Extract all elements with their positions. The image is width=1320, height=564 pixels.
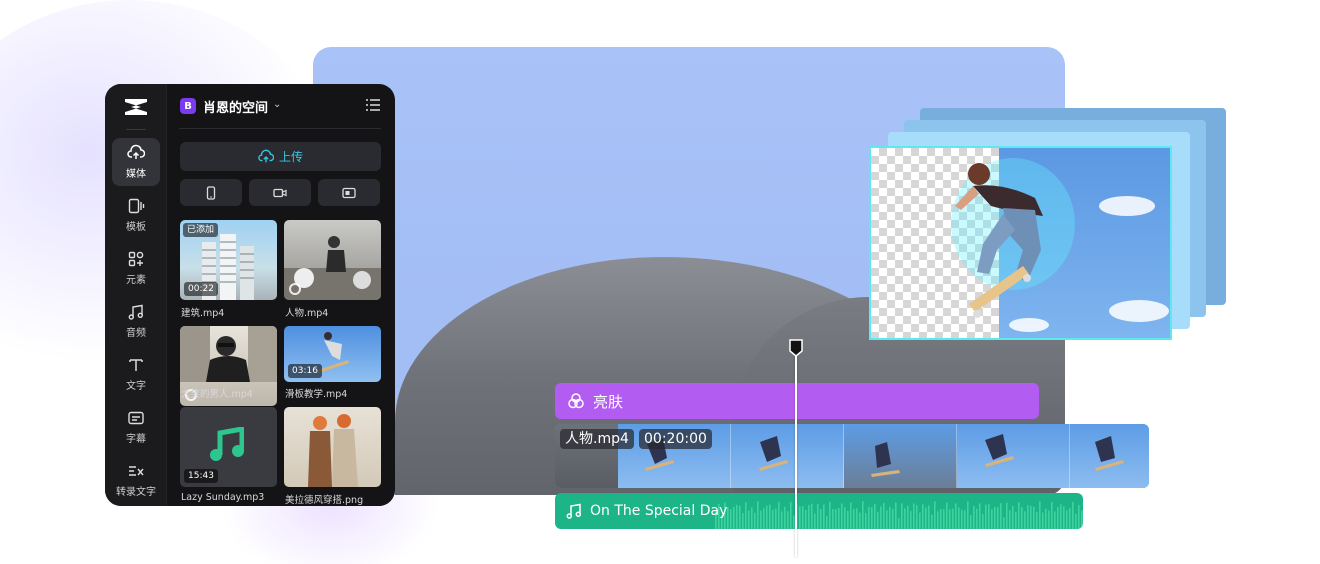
sidebar-item-transcribe[interactable]: 转录文字 xyxy=(112,456,160,504)
media-item[interactable] xyxy=(284,407,381,487)
sidebar-item-label: 转录文字 xyxy=(116,487,156,498)
music-note-icon xyxy=(210,427,244,461)
sidebar-item-label: 模板 xyxy=(126,222,146,233)
record-camera-button[interactable] xyxy=(249,179,311,206)
record-screen-button[interactable] xyxy=(318,179,380,206)
screen-record-icon xyxy=(342,187,356,198)
workspace-name[interactable]: 肖恩的空间 xyxy=(203,97,268,116)
elements-icon xyxy=(128,251,144,267)
media-item[interactable] xyxy=(284,220,381,300)
subtitle-icon xyxy=(128,411,144,425)
canvas: 媒体 模板 元素 音频 文字 字幕 转录文字 B 肖恩的空间 ⌄ 上传 已添加 … xyxy=(0,0,1320,564)
media-item[interactable]: 已添加 00:22 xyxy=(180,220,277,300)
media-item[interactable]: 15:43 xyxy=(180,407,277,487)
video-track-clip[interactable]: 人物.mp4 00:20:00 xyxy=(555,424,1149,488)
sidebar-item-label: 字幕 xyxy=(126,434,146,445)
sidebar-rail: 媒体 模板 元素 音频 文字 字幕 转录文字 xyxy=(105,84,167,506)
music-note-icon xyxy=(566,503,582,519)
fashion-couple-image xyxy=(308,414,358,487)
media-item-name: 建筑.mp4 xyxy=(181,308,225,319)
sidebar-item-label: 媒体 xyxy=(126,169,146,180)
duration-badge: 03:16 xyxy=(288,364,322,378)
upload-label: 上传 xyxy=(278,150,303,164)
sidebar-item-templates[interactable]: 模板 xyxy=(112,191,160,239)
phone-upload-button[interactable] xyxy=(180,179,242,206)
audio-track-clip[interactable]: On The Special Day xyxy=(555,493,1083,529)
sidebar-item-elements[interactable]: 元素 xyxy=(112,244,160,292)
playhead-line xyxy=(795,345,797,557)
phone-icon xyxy=(206,185,216,200)
workspace-avatar[interactable]: B xyxy=(180,98,196,114)
media-item-name: 大笑的男人.mp4 xyxy=(181,389,253,400)
transcribe-icon xyxy=(129,466,144,476)
media-item-name: Lazy Sunday.mp3 xyxy=(181,492,265,503)
rail-divider xyxy=(126,129,146,130)
text-icon xyxy=(129,359,143,371)
effect-track-clip[interactable]: 亮肤 xyxy=(555,383,1039,419)
effect-label: 亮肤 xyxy=(593,392,624,411)
live-photo-icon xyxy=(289,283,301,295)
camera-icon xyxy=(273,188,287,197)
sidebar-item-label: 文字 xyxy=(126,381,146,392)
duration-badge: 15:43 xyxy=(184,469,218,483)
laughing-man-image xyxy=(180,326,277,382)
audio-waveform xyxy=(715,501,1083,529)
sidebar-item-text[interactable]: 文字 xyxy=(112,350,160,398)
template-icon xyxy=(128,198,145,214)
sidebar-item-media[interactable]: 媒体 xyxy=(112,138,160,186)
playhead-handle[interactable] xyxy=(788,338,804,358)
capcut-logo-icon xyxy=(125,99,147,115)
media-item[interactable]: 03:16 xyxy=(284,326,381,382)
sidebar-item-audio[interactable]: 音频 xyxy=(112,297,160,345)
clip-name: 人物.mp4 xyxy=(560,429,634,449)
sidebar-item-label: 元素 xyxy=(126,275,146,286)
list-view-icon[interactable] xyxy=(366,99,380,111)
music-note-icon xyxy=(128,304,144,320)
chevron-down-icon[interactable]: ⌄ xyxy=(273,99,281,110)
media-item-name: 美拉德风穿搭.png xyxy=(285,495,364,506)
media-item-name: 滑板教学.mp4 xyxy=(285,389,348,400)
upload-button[interactable]: 上传 xyxy=(180,142,381,171)
media-panel-window: 媒体 模板 元素 音频 文字 字幕 转录文字 B 肖恩的空间 ⌄ 上传 已添加 … xyxy=(105,84,395,506)
clip-duration: 00:20:00 xyxy=(639,429,712,449)
effect-icon xyxy=(568,393,584,409)
skater-figure xyxy=(951,158,1075,318)
media-panel: B 肖恩的空间 ⌄ 上传 已添加 00:22 建筑.mp4 人物.mp4 大笑的… xyxy=(167,84,395,506)
cloud-upload-icon xyxy=(258,149,274,162)
duration-badge: 00:22 xyxy=(184,282,218,296)
background-removal-preview xyxy=(869,146,1172,340)
cloud-upload-icon xyxy=(127,144,145,159)
sidebar-item-subtitles[interactable]: 字幕 xyxy=(112,403,160,451)
media-item-name: 人物.mp4 xyxy=(285,308,329,319)
panel-divider xyxy=(179,128,381,129)
audio-label: On The Special Day xyxy=(590,503,728,519)
sidebar-item-label: 音频 xyxy=(126,328,146,339)
added-badge: 已添加 xyxy=(183,223,219,237)
